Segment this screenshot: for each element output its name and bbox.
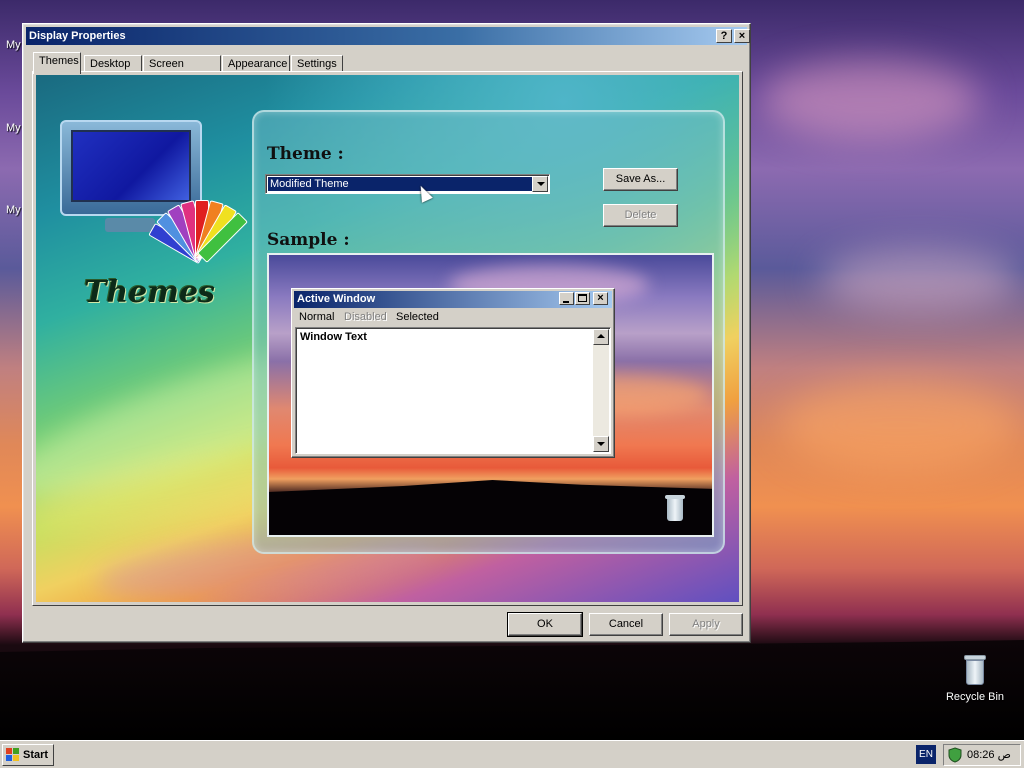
desktop-hill-silhouette [0, 640, 1024, 740]
close-button[interactable]: × [734, 29, 750, 43]
start-button[interactable]: Start [2, 744, 54, 766]
themes-logo [60, 120, 248, 270]
language-indicator[interactable]: EN [916, 745, 936, 764]
scroll-up-icon [593, 329, 609, 345]
themes-panel-background: Themes Theme : Modified Theme Save As...… [36, 75, 739, 602]
menu-normal: Normal [299, 311, 335, 323]
sample-active-window: Active Window × Normal Disabled Selected… [291, 288, 615, 458]
sample-label: Sample : [267, 230, 350, 250]
close-icon: × [593, 292, 608, 305]
cloud [820, 250, 1020, 310]
sample-preview: Active Window × Normal Disabled Selected… [267, 253, 714, 537]
cancel-button[interactable]: Cancel [589, 613, 663, 636]
menu-disabled: Disabled [344, 311, 387, 323]
ok-button[interactable]: OK [507, 612, 583, 637]
desktop-icon-label[interactable]: My [6, 39, 21, 51]
desktop-icon-label[interactable]: My [6, 204, 21, 216]
windows-logo-icon [6, 748, 19, 761]
dialog-title: Display Properties [29, 30, 126, 42]
sample-window-titlebar: Active Window × [294, 291, 612, 308]
minimize-icon [559, 292, 574, 305]
color-palette-icon [148, 190, 255, 280]
start-label: Start [23, 749, 49, 761]
save-as-button[interactable]: Save As... [603, 168, 678, 191]
clock[interactable]: 08:26 ص [967, 745, 1011, 765]
system-tray: 08:26 ص [943, 744, 1021, 766]
recycle-bin-icon [665, 495, 685, 523]
recycle-bin-label: Recycle Bin [945, 691, 1005, 703]
theme-label: Theme : [267, 144, 344, 164]
desktop-icon-label[interactable]: My [6, 122, 21, 134]
delete-button[interactable]: Delete [603, 204, 678, 227]
sample-hill-silhouette [269, 480, 712, 535]
taskbar: Start EN 08:26 ص [0, 740, 1024, 768]
display-properties-dialog: Display Properties ? × Themes Desktop Sc… [22, 23, 751, 643]
recycle-bin-desktop-icon[interactable]: Recycle Bin [940, 655, 1010, 703]
sample-scrollbar [593, 329, 609, 452]
chevron-down-icon[interactable] [532, 176, 548, 192]
security-shield-icon[interactable] [947, 747, 963, 763]
theme-dropdown[interactable]: Modified Theme [265, 174, 550, 194]
theme-dropdown-value: Modified Theme [268, 177, 532, 191]
help-button[interactable]: ? [716, 29, 732, 43]
maximize-icon [575, 292, 590, 305]
theme-settings-group: Theme : Modified Theme Save As... Delete… [252, 110, 725, 554]
recycle-bin-icon [964, 655, 986, 685]
themes-panel: Themes Theme : Modified Theme Save As...… [32, 71, 743, 606]
apply-button[interactable]: Apply [669, 613, 743, 636]
menu-selected: Selected [396, 311, 439, 323]
sample-window-title: Active Window [297, 293, 376, 305]
tab-themes[interactable]: Themes [33, 52, 81, 74]
scroll-down-icon [593, 436, 609, 452]
cloud [760, 60, 980, 140]
sample-window-text: Window Text [300, 331, 367, 343]
cloud [780, 380, 1020, 470]
themes-logo-text: Themes [84, 275, 215, 310]
dialog-titlebar[interactable]: Display Properties ? × [26, 27, 750, 45]
sample-window-text-area: Window Text [295, 327, 611, 454]
